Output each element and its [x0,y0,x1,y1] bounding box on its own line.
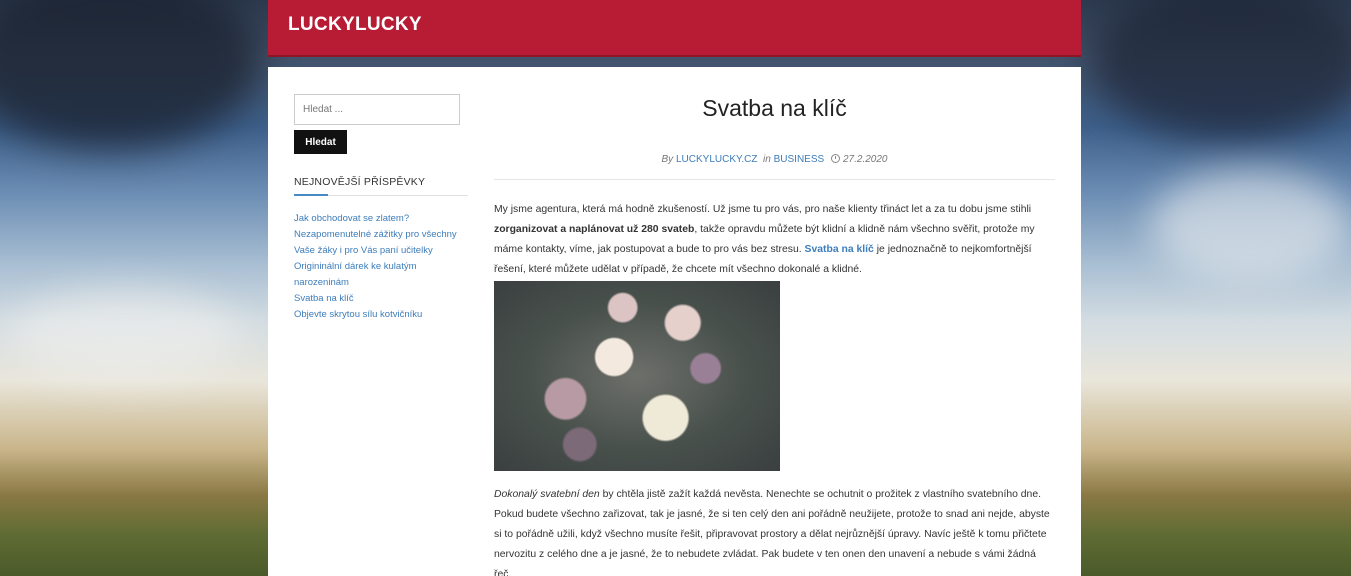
background-cloud [1090,0,1351,140]
sidebar: Hledat NEJNOVĚJŠÍ PŘÍSPĚVKY Jak obchodov… [294,94,468,323]
background-cloud [0,0,260,150]
paragraph-text: by chtěla jistě zažít každá nevěsta. Nen… [494,489,1050,576]
category-link[interactable]: BUSINESS [774,154,825,165]
recent-post-link[interactable]: Objevte skrytou sílu kotvičníku [294,309,422,320]
post-meta: By LUCKYLUCKY.CZ in BUSINESS 27.2.2020 [494,153,1055,165]
paragraph-bold: zorganizovat a naplánovat už 280 svateb [494,224,695,235]
post-title: Svatba na klíč [702,95,847,121]
list-item: Objevte skrytou sílu kotvičníku [294,307,468,323]
meta-in-label: in [763,154,771,165]
search-button[interactable]: Hledat [294,130,347,154]
list-item: Svatba na klíč [294,291,468,307]
paragraph-text: My jsme agentura, která má hodně zkušeno… [494,204,1032,215]
second-paragraph: Dokonalý svatební den by chtěla jistě za… [494,485,1055,576]
site-title[interactable]: LUCKYLUCKY [288,14,422,36]
site-header: LUCKYLUCKY [268,0,1081,57]
background-cloud [10,290,240,380]
list-item: Vaše žáky i pro Vás paní učitelky [294,243,468,259]
list-item: Nezapomenutelné zážitky pro všechny [294,227,468,243]
recent-post-link[interactable]: Nezapomenutelné zážitky pro všechny [294,229,457,240]
content-panel: Hledat NEJNOVĚJŠÍ PŘÍSPĚVKY Jak obchodov… [268,67,1081,576]
recent-posts-title: NEJNOVĚJŠÍ PŘÍSPĚVKY [294,176,426,188]
recent-post-link[interactable]: Svatba na klíč [294,293,354,304]
author-link[interactable]: LUCKYLUCKY.CZ [676,154,758,165]
search-input[interactable] [294,94,460,125]
list-item: Origininální dárek ke kulatým narozeniná… [294,259,468,291]
background-cloud [1150,170,1350,280]
recent-post-link[interactable]: Origininální dárek ke kulatým narozeniná… [294,261,417,288]
recent-post-link[interactable]: Vaše žáky i pro Vás paní učitelky [294,245,433,256]
svatba-link[interactable]: Svatba na klíč [805,244,874,255]
meta-by-label: By [661,154,674,165]
intro-paragraph: My jsme agentura, která má hodně zkušeno… [494,200,1055,280]
bouquet-image [494,281,780,471]
paragraph-italic: Dokonalý svatební den [494,489,600,500]
article: Svatba na klíč By LUCKYLUCKY.CZ in BUSIN… [494,67,1055,576]
recent-posts-list: Jak obchodovat se zlatem? Nezapomenuteln… [294,211,468,323]
clock-icon [830,154,840,163]
meta-divider [494,179,1055,180]
post-date: 27.2.2020 [842,154,888,165]
list-item: Jak obchodovat se zlatem? [294,211,468,227]
recent-post-link[interactable]: Jak obchodovat se zlatem? [294,213,409,224]
widget-divider [294,194,468,196]
